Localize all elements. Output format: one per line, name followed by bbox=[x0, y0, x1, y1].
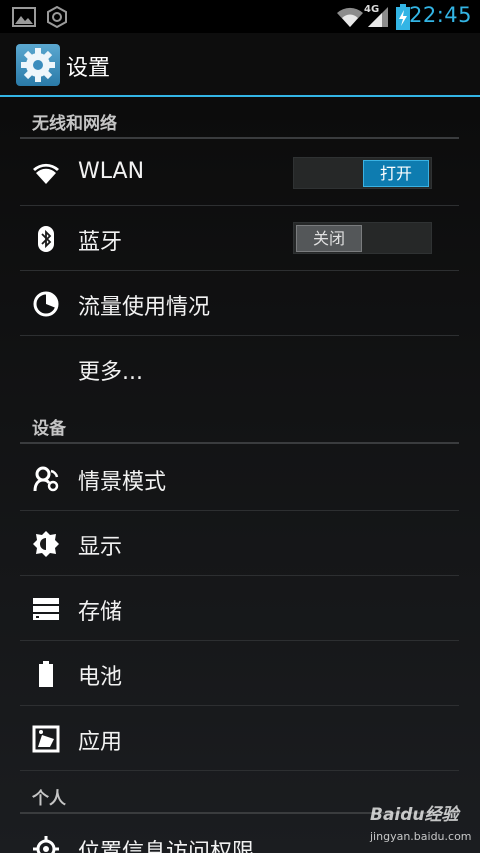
settings-item-label: 显示 bbox=[78, 535, 123, 560]
settings-item-label: 情景模式 bbox=[78, 470, 167, 495]
section-title: 设备 bbox=[32, 419, 66, 439]
wlan-toggle[interactable]: 打开 bbox=[293, 157, 432, 189]
settings-item-label: 流量使用情况 bbox=[78, 295, 211, 320]
cell-signal-icon bbox=[368, 7, 388, 27]
settings-item-wlan[interactable]: WLAN 打开 bbox=[20, 141, 459, 206]
settings-gear-status-icon bbox=[47, 6, 67, 28]
settings-item-label: 蓝牙 bbox=[78, 230, 123, 255]
status-time: 22:45 bbox=[408, 3, 472, 27]
watermark-logo: Baidu经验 bbox=[370, 805, 459, 825]
settings-gear-icon[interactable] bbox=[16, 44, 60, 86]
baidu-watermark: Baidu经验 jingyan.baidu.com bbox=[360, 800, 472, 850]
section-header-device: 设备 bbox=[20, 404, 459, 444]
battery-charging-icon bbox=[396, 4, 410, 30]
gallery-icon bbox=[12, 7, 36, 27]
data-usage-icon bbox=[33, 291, 59, 317]
section-title: 无线和网络 bbox=[32, 114, 117, 134]
toggle-thumb-on: 打开 bbox=[363, 160, 429, 187]
settings-item-bluetooth[interactable]: 蓝牙 关闭 bbox=[20, 206, 459, 271]
settings-item-label: 应用 bbox=[78, 730, 123, 755]
page-title: 设置 bbox=[66, 56, 111, 81]
bluetooth-icon bbox=[38, 226, 54, 252]
settings-item-profiles[interactable]: 情景模式 bbox=[20, 446, 459, 511]
toggle-thumb-off: 关闭 bbox=[296, 225, 362, 252]
settings-item-more[interactable]: 更多... bbox=[20, 336, 459, 401]
apps-icon bbox=[32, 725, 60, 753]
brightness-icon bbox=[33, 531, 59, 557]
settings-item-storage[interactable]: 存储 bbox=[20, 576, 459, 641]
section-title: 个人 bbox=[32, 789, 66, 809]
settings-item-label: 位置信息访问权限 bbox=[78, 840, 255, 853]
storage-icon bbox=[33, 598, 59, 620]
wifi-signal-icon bbox=[337, 7, 363, 28]
status-bar: 4G 22:45 bbox=[0, 0, 480, 33]
settings-item-label: 更多... bbox=[78, 360, 143, 385]
action-bar: 设置 bbox=[0, 33, 480, 97]
settings-item-apps[interactable]: 应用 bbox=[20, 706, 459, 771]
watermark-url: jingyan.baidu.com bbox=[370, 830, 472, 843]
settings-item-label: 电池 bbox=[78, 665, 123, 690]
location-icon bbox=[33, 836, 59, 853]
settings-item-display[interactable]: 显示 bbox=[20, 511, 459, 576]
section-header-wireless: 无线和网络 bbox=[20, 99, 459, 139]
wifi-icon bbox=[33, 163, 59, 184]
settings-item-data-usage[interactable]: 流量使用情况 bbox=[20, 271, 459, 336]
settings-item-battery[interactable]: 电池 bbox=[20, 641, 459, 706]
bluetooth-toggle[interactable]: 关闭 bbox=[293, 222, 432, 254]
settings-item-label: WLAN bbox=[78, 159, 145, 184]
battery-icon bbox=[39, 661, 53, 687]
profiles-icon bbox=[33, 466, 59, 492]
settings-item-label: 存储 bbox=[78, 600, 123, 625]
